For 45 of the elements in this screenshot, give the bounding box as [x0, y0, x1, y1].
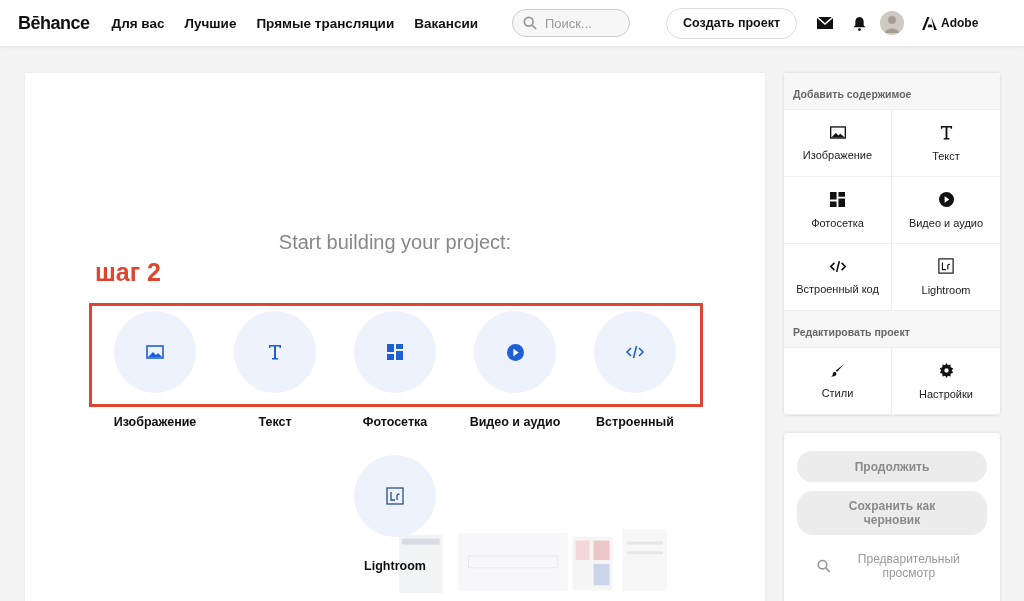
content-type-label: Lightroom: [364, 559, 426, 573]
adobe-label: Adobe: [941, 16, 979, 30]
content-type-label: Встроенный: [596, 415, 674, 429]
add-content-item[interactable]: Видео и аудио: [892, 177, 1000, 244]
settings-icon: [938, 362, 954, 378]
behance-logo[interactable]: Bēhance: [18, 12, 90, 34]
create-project-button[interactable]: Создать проект: [666, 7, 798, 39]
panel-title: Добавить содержимое: [784, 73, 1000, 109]
mail-icon[interactable]: [817, 17, 834, 29]
play-icon: [938, 191, 954, 207]
nav-link[interactable]: Для вас: [111, 15, 165, 31]
nav-link[interactable]: Лучшие: [184, 15, 237, 31]
content-type-label: Видео и аудио: [469, 415, 561, 429]
lightroom-icon: [938, 258, 954, 274]
grid-icon: [387, 344, 403, 360]
image-icon: [829, 125, 846, 139]
panel-title: Редактировать проект: [784, 311, 1000, 347]
adobe-link[interactable]: Adobe: [922, 16, 979, 30]
notifications-icon[interactable]: [853, 15, 867, 31]
edit-project-item[interactable]: Настройки: [892, 348, 1000, 415]
brush-icon: [830, 363, 845, 377]
lightroom-icon: [386, 487, 404, 505]
content-type-label: Фотосетка: [362, 415, 428, 429]
adobe-icon: [922, 16, 938, 30]
search-field[interactable]: Поиск...: [512, 9, 630, 37]
avatar[interactable]: [880, 11, 905, 35]
text-icon: [939, 124, 953, 140]
add-content-item[interactable]: Текст: [892, 110, 1000, 177]
add-content-item[interactable]: Фотосетка: [784, 177, 892, 244]
add-content-item[interactable]: Изображение: [784, 110, 892, 177]
edit-project-item[interactable]: Стили: [784, 348, 892, 415]
nav-link[interactable]: Прямые трансляции: [256, 15, 395, 31]
image-icon: [146, 345, 164, 359]
search-icon: [817, 559, 831, 573]
canvas-heading: Start building your project:: [278, 231, 512, 254]
grid-icon: [830, 191, 845, 207]
content-type-label: Изображение: [113, 415, 197, 429]
search-icon: [523, 16, 537, 30]
code-icon: [625, 345, 645, 359]
play-icon: [506, 343, 524, 361]
content-type-label: Текст: [258, 415, 292, 429]
text-icon: [268, 344, 282, 360]
step-annotation: шаг 2: [95, 258, 161, 287]
code-icon: [828, 259, 847, 273]
nav-link[interactable]: Вакансии: [414, 15, 478, 31]
